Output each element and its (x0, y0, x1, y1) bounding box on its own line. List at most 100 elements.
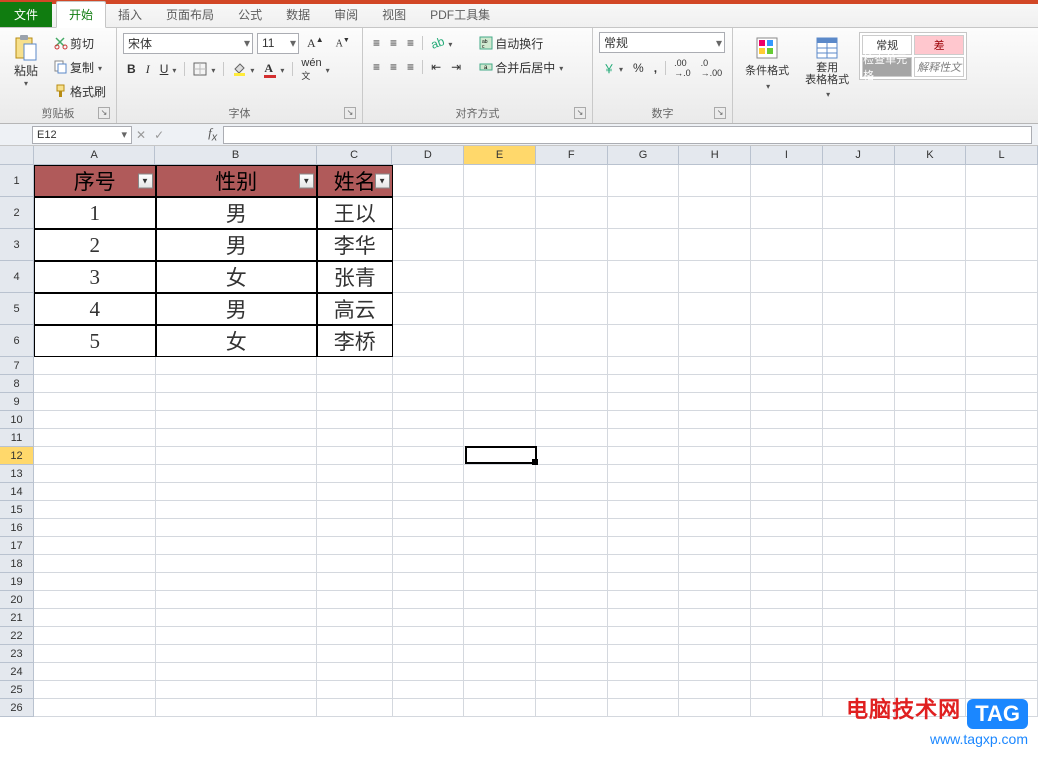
comma-button[interactable]: , (650, 59, 661, 77)
style-check-cell[interactable]: 检查单元格 (862, 57, 912, 77)
cell[interactable] (317, 519, 393, 537)
cell[interactable] (608, 609, 680, 627)
cell[interactable] (34, 699, 156, 717)
cell[interactable] (679, 229, 751, 261)
align-top-button[interactable]: ≡ (369, 34, 384, 52)
merge-center-button[interactable]: a 合并后居中 (475, 56, 567, 78)
cell[interactable] (966, 165, 1038, 197)
align-bottom-button[interactable]: ≡ (403, 34, 418, 52)
cell[interactable] (679, 465, 751, 483)
cell[interactable] (608, 645, 680, 663)
row-header[interactable]: 25 (0, 681, 34, 699)
decrease-indent-button[interactable]: ⇤ (427, 58, 445, 76)
row-header[interactable]: 23 (0, 645, 34, 663)
cell[interactable] (464, 501, 536, 519)
row-header[interactable]: 12 (0, 447, 34, 465)
tab-insert[interactable]: 插入 (106, 2, 154, 27)
cell[interactable] (317, 699, 393, 717)
row-header[interactable]: 20 (0, 591, 34, 609)
format-painter-button[interactable]: 格式刷 (50, 80, 110, 102)
cell[interactable] (156, 681, 317, 699)
orientation-button[interactable]: ab (427, 34, 456, 52)
cell[interactable] (608, 429, 680, 447)
cell[interactable] (823, 447, 895, 465)
cell[interactable] (536, 447, 608, 465)
col-header-G[interactable]: G (608, 146, 680, 165)
cell[interactable] (393, 609, 465, 627)
cell[interactable] (464, 293, 536, 325)
cell[interactable]: 王以 (317, 197, 393, 229)
cell[interactable] (751, 447, 823, 465)
cell[interactable] (895, 627, 967, 645)
cell[interactable] (393, 519, 465, 537)
cell[interactable] (464, 483, 536, 501)
cell[interactable] (966, 447, 1038, 465)
cell[interactable] (464, 609, 536, 627)
cell[interactable] (317, 609, 393, 627)
cell[interactable] (679, 663, 751, 681)
cell[interactable] (464, 429, 536, 447)
cell[interactable] (751, 411, 823, 429)
cell[interactable] (751, 519, 823, 537)
cell[interactable] (464, 663, 536, 681)
col-header-B[interactable]: B (155, 146, 316, 165)
cell[interactable] (464, 197, 536, 229)
cell[interactable] (751, 573, 823, 591)
cell[interactable] (679, 645, 751, 663)
cell[interactable] (679, 681, 751, 699)
row-header[interactable]: 1 (0, 165, 34, 197)
tab-review[interactable]: 审阅 (322, 2, 370, 27)
borders-button[interactable] (189, 60, 219, 78)
cell[interactable] (536, 229, 608, 261)
cell[interactable] (34, 483, 156, 501)
tab-view[interactable]: 视图 (370, 2, 418, 27)
cell[interactable] (536, 699, 608, 717)
cell[interactable] (679, 429, 751, 447)
cell[interactable] (751, 465, 823, 483)
cell[interactable] (966, 555, 1038, 573)
tab-pdf-tools[interactable]: PDF工具集 (418, 2, 502, 27)
cell[interactable] (34, 375, 156, 393)
cell[interactable] (679, 519, 751, 537)
cell[interactable] (536, 537, 608, 555)
select-all-corner[interactable] (0, 146, 34, 165)
cell[interactable] (608, 465, 680, 483)
cell[interactable] (536, 609, 608, 627)
cell[interactable] (464, 229, 536, 261)
row-header[interactable]: 11 (0, 429, 34, 447)
cell[interactable] (464, 699, 536, 717)
cell[interactable] (679, 627, 751, 645)
cell[interactable] (751, 325, 823, 357)
cell[interactable] (608, 229, 680, 261)
style-explanatory[interactable]: 解释性文 (914, 57, 964, 77)
cell[interactable] (156, 537, 317, 555)
cell[interactable] (679, 501, 751, 519)
row-header[interactable]: 24 (0, 663, 34, 681)
cell[interactable] (823, 229, 895, 261)
cell[interactable] (317, 591, 393, 609)
cell[interactable] (317, 411, 393, 429)
row-header[interactable]: 7 (0, 357, 34, 375)
col-header-E[interactable]: E (464, 146, 536, 165)
cell[interactable] (34, 591, 156, 609)
cell[interactable] (751, 663, 823, 681)
cell[interactable] (393, 627, 465, 645)
row-header[interactable]: 15 (0, 501, 34, 519)
cell[interactable] (156, 699, 317, 717)
cell[interactable] (751, 555, 823, 573)
cell[interactable] (317, 573, 393, 591)
cell[interactable] (679, 537, 751, 555)
row-header[interactable]: 13 (0, 465, 34, 483)
cell[interactable] (608, 699, 680, 717)
cell[interactable] (679, 325, 751, 357)
cell[interactable]: 男 (156, 293, 317, 325)
cell[interactable] (608, 555, 680, 573)
cell[interactable] (608, 537, 680, 555)
cell[interactable] (966, 573, 1038, 591)
cell[interactable] (823, 197, 895, 229)
cell[interactable] (823, 465, 895, 483)
decrease-font-button[interactable]: A▼ (332, 35, 354, 51)
cell[interactable] (966, 591, 1038, 609)
tab-file[interactable]: 文件 (0, 2, 52, 27)
cell[interactable] (966, 465, 1038, 483)
